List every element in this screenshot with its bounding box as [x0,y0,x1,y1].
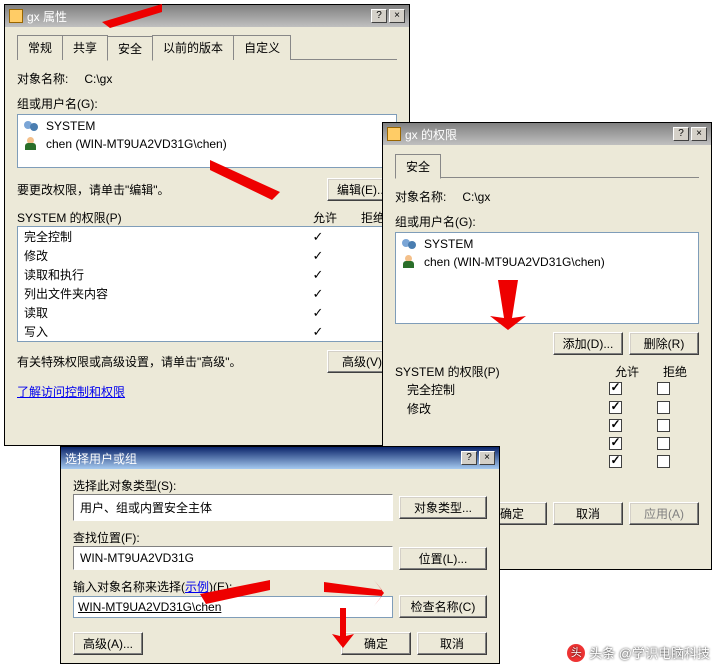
folder-icon [387,127,401,141]
allow-checkbox[interactable] [609,455,622,468]
allow-checkbox[interactable] [609,401,622,414]
adv-hint: 有关特殊权限或高级设置，请单击"高级"。 [17,353,327,370]
add-button[interactable]: 添加(D)... [553,332,623,355]
cancel-button[interactable]: 取消 [417,632,487,655]
allow-header: 允许 [603,363,651,380]
deny-checkbox[interactable] [657,419,670,432]
tab-strip: 常规 共享 安全 以前的版本 自定义 [17,35,397,60]
ok-button[interactable]: 确定 [341,632,411,655]
titlebar: gx 的权限 ? × [383,123,711,145]
users-list[interactable]: SYSTEM chen (WIN-MT9UA2VD31G\chen) [17,114,397,168]
list-item[interactable]: chen (WIN-MT9UA2VD31G\chen) [20,135,394,153]
window-title: 选择用户或组 [65,450,459,467]
tab-sharing[interactable]: 共享 [62,35,108,60]
perm-row: 读取✓ [18,303,396,322]
close-button[interactable]: × [691,127,707,141]
allow-header: 允许 [301,209,349,226]
object-type-value: 用户、组或内置安全主体 [73,494,393,521]
perm-row [401,418,693,436]
location-button[interactable]: 位置(L)... [399,547,487,570]
allow-checkbox[interactable] [609,419,622,432]
acl-help-link[interactable]: 了解访问控制和权限 [17,385,125,399]
name-entry-label: 输入对象名称来选择(示例)(E): [73,578,487,595]
perm-label: SYSTEM 的权限(P) [395,363,603,380]
list-item[interactable]: SYSTEM [398,235,696,253]
object-name-value: C:\gx [84,72,112,86]
group-icon [402,237,420,251]
deny-checkbox[interactable] [657,382,670,395]
tab-prev[interactable]: 以前的版本 [152,35,234,60]
group-users-label: 组或用户名(G): [17,95,397,112]
select-user-window: 选择用户或组 ? × 选择此对象类型(S): 用户、组或内置安全主体 对象类型.… [60,446,500,664]
perm-row: 读取和执行✓ [18,265,396,284]
object-name-value: C:\gx [462,190,490,204]
user-icon [402,255,420,269]
location-label: 查找位置(F): [73,529,487,546]
list-item[interactable]: SYSTEM [20,117,394,135]
tab-security[interactable]: 安全 [395,154,441,179]
close-button[interactable]: × [389,9,405,23]
remove-button[interactable]: 删除(R) [629,332,699,355]
check-names-button[interactable]: 检查名称(C) [399,595,487,618]
list-item[interactable]: chen (WIN-MT9UA2VD31G\chen) [398,253,696,271]
perm-row: 完全控制✓ [18,227,396,246]
tab-custom[interactable]: 自定义 [233,35,291,60]
user-icon [24,137,42,151]
help-button[interactable]: ? [461,451,477,465]
group-icon [24,119,42,133]
object-name-label: 对象名称: [395,188,446,205]
window-title: gx 属性 [27,8,369,25]
watermark: 头 头条 @学识电脑科技 [567,643,710,662]
perm-row: 完全控制 [401,380,693,399]
example-link[interactable]: 示例 [185,580,209,594]
cancel-button[interactable]: 取消 [553,502,623,525]
perm-row: 列出文件夹内容✓ [18,284,396,303]
deny-checkbox[interactable] [657,455,670,468]
allow-checkbox[interactable] [609,382,622,395]
help-button[interactable]: ? [371,9,387,23]
object-name-label: 对象名称: [17,70,68,87]
location-value: WIN-MT9UA2VD31G [73,546,393,570]
titlebar: 选择用户或组 ? × [61,447,499,469]
help-button[interactable]: ? [673,127,689,141]
advanced-button[interactable]: 高级(A)... [73,632,143,655]
perm-row: 修改 [401,399,693,418]
properties-window: gx 属性 ? × 常规 共享 安全 以前的版本 自定义 对象名称: C:\gx… [4,4,410,446]
tab-security[interactable]: 安全 [107,36,153,61]
allow-checkbox[interactable] [609,437,622,450]
tab-general[interactable]: 常规 [17,35,63,60]
folder-icon [9,9,23,23]
close-button[interactable]: × [479,451,495,465]
edit-hint: 要更改权限，请单击"编辑"。 [17,181,327,198]
deny-header: 拒绝 [651,363,699,380]
perm-list[interactable]: 完全控制✓ 修改✓ 读取和执行✓ 列出文件夹内容✓ 读取✓ 写入✓ [17,226,397,342]
deny-checkbox[interactable] [657,437,670,450]
perm-label: SYSTEM 的权限(P) [17,209,301,226]
watermark-icon: 头 [567,644,585,662]
group-users-label: 组或用户名(G): [395,213,699,230]
titlebar: gx 属性 ? × [5,5,409,27]
object-type-button[interactable]: 对象类型... [399,496,487,519]
object-type-label: 选择此对象类型(S): [73,477,487,494]
window-title: gx 的权限 [405,126,671,143]
perm-row: 修改✓ [18,246,396,265]
users-list[interactable]: SYSTEM chen (WIN-MT9UA2VD31G\chen) [395,232,699,324]
perm-row: 写入✓ [18,322,396,341]
watermark-text: 头条 @学识电脑科技 [589,643,710,662]
apply-button[interactable]: 应用(A) [629,502,699,525]
deny-checkbox[interactable] [657,401,670,414]
object-name-input[interactable] [73,596,393,618]
